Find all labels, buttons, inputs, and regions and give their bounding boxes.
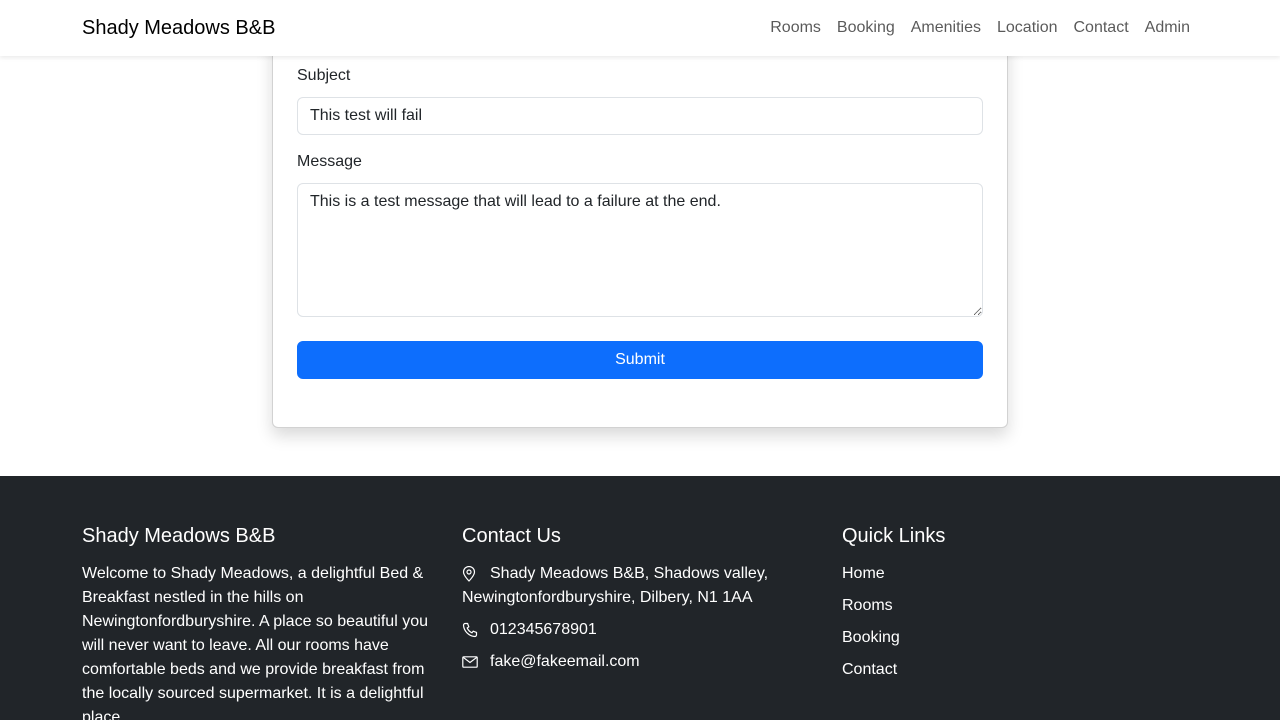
list-item: Rooms: [842, 594, 1198, 618]
nav-link-contact[interactable]: Contact: [1074, 18, 1129, 38]
footer-email-text: fake@fakeemail.com: [490, 653, 640, 670]
nav-link-location[interactable]: Location: [997, 18, 1058, 38]
footer-about-text: Welcome to Shady Meadows, a delightful B…: [82, 565, 428, 720]
footer-address-text: Shady Meadows B&B, Shadows valley, Newin…: [462, 565, 769, 606]
message-textarea[interactable]: This is a test message that will lead to…: [297, 183, 983, 317]
map-pin-icon: [462, 562, 478, 586]
list-item: Booking: [842, 626, 1198, 650]
nav-link-rooms[interactable]: Rooms: [770, 18, 821, 38]
subject-label: Subject: [297, 67, 351, 84]
list-item: Home: [842, 562, 1198, 586]
footer-quick-links-heading: Quick Links: [842, 525, 946, 547]
quick-links-list: Home Rooms Booking Contact: [842, 562, 1198, 682]
footer-quick-links: Quick Links Home Rooms Booking Contact: [842, 524, 1198, 690]
quick-link-contact[interactable]: Contact: [842, 661, 897, 678]
footer-contact: Contact Us Shady Meadows B&B, Shadows va…: [462, 524, 818, 682]
footer-about: Shady Meadows B&B Welcome to Shady Meado…: [82, 524, 438, 720]
footer-phone: 012345678901: [462, 618, 818, 642]
nav-link-booking[interactable]: Booking: [837, 18, 895, 38]
footer-email: fake@fakeemail.com: [462, 650, 818, 674]
footer-contact-heading: Contact Us: [462, 525, 561, 547]
quick-link-booking[interactable]: Booking: [842, 629, 900, 646]
top-navbar: Shady Meadows B&B Rooms Booking Amenitie…: [0, 0, 1280, 56]
nav-link-amenities[interactable]: Amenities: [911, 18, 981, 38]
message-label: Message: [297, 153, 362, 170]
footer-about-heading: Shady Meadows B&B: [82, 525, 276, 547]
nav-links: Rooms Booking Amenities Location Contact…: [770, 18, 1190, 38]
footer-phone-text: 012345678901: [490, 621, 597, 638]
quick-link-home[interactable]: Home: [842, 565, 885, 582]
brand-link[interactable]: Shady Meadows B&B: [82, 16, 275, 40]
site-footer: Shady Meadows B&B Welcome to Shady Meado…: [0, 476, 1280, 720]
submit-button[interactable]: Submit: [297, 341, 983, 379]
quick-link-rooms[interactable]: Rooms: [842, 597, 893, 614]
envelope-icon: [462, 650, 478, 674]
subject-input[interactable]: [297, 97, 983, 135]
nav-link-admin[interactable]: Admin: [1145, 18, 1190, 38]
list-item: Contact: [842, 658, 1198, 682]
phone-icon: [462, 618, 478, 642]
footer-address: Shady Meadows B&B, Shadows valley, Newin…: [462, 562, 818, 610]
